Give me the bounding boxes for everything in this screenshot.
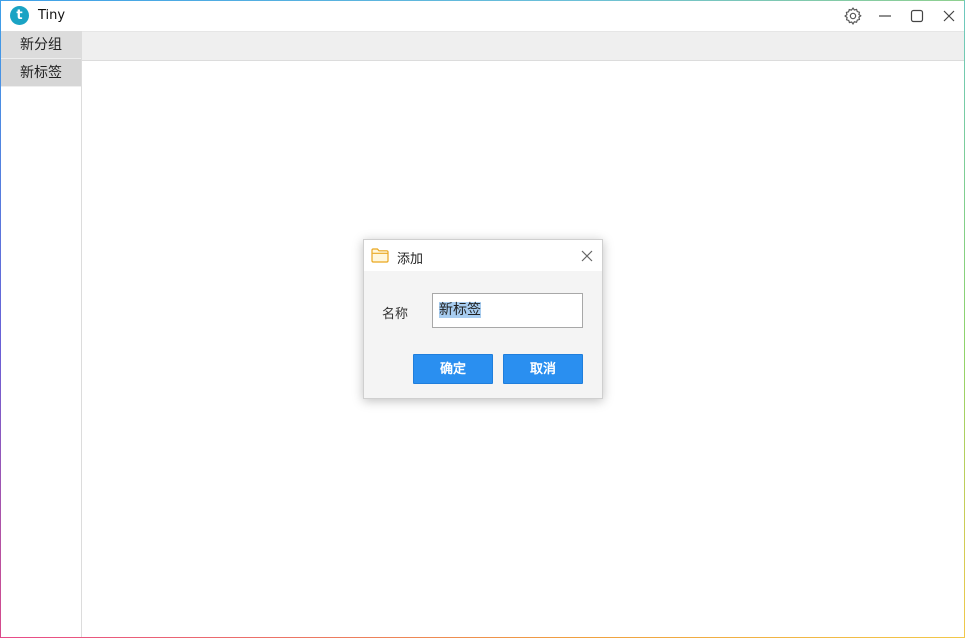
app-window: t Tiny 新分组 新标签 添加 名称 新标签 确定 取消 [0, 0, 965, 638]
sidebar: 新分组 新标签 [1, 31, 82, 637]
dialog-header[interactable]: 添加 [364, 240, 602, 271]
tab-strip [82, 31, 964, 61]
dialog-title: 添加 [397, 252, 424, 267]
minimize-icon [879, 15, 891, 17]
name-field-label: 名称 [382, 307, 409, 322]
settings-button[interactable] [841, 4, 865, 28]
sidebar-item-group[interactable]: 新分组 [1, 31, 81, 59]
add-dialog: 添加 名称 新标签 确定 取消 [363, 239, 603, 399]
folder-icon [371, 248, 389, 263]
close-window-button[interactable] [937, 4, 961, 28]
gear-icon [844, 7, 862, 25]
confirm-button[interactable]: 确定 [413, 354, 493, 384]
close-icon[interactable] [579, 248, 595, 264]
maximize-button[interactable] [905, 4, 929, 28]
title-bar[interactable]: t Tiny [1, 1, 964, 31]
name-input-value: 新标签 [439, 302, 481, 318]
name-input[interactable]: 新标签 [432, 293, 583, 328]
cancel-button[interactable]: 取消 [503, 354, 583, 384]
app-logo-icon: t [10, 6, 29, 25]
minimize-button[interactable] [873, 4, 897, 28]
app-title: Tiny [38, 8, 66, 23]
sidebar-item-tag[interactable]: 新标签 [1, 59, 81, 87]
maximize-icon [910, 9, 924, 23]
close-icon [943, 10, 955, 22]
